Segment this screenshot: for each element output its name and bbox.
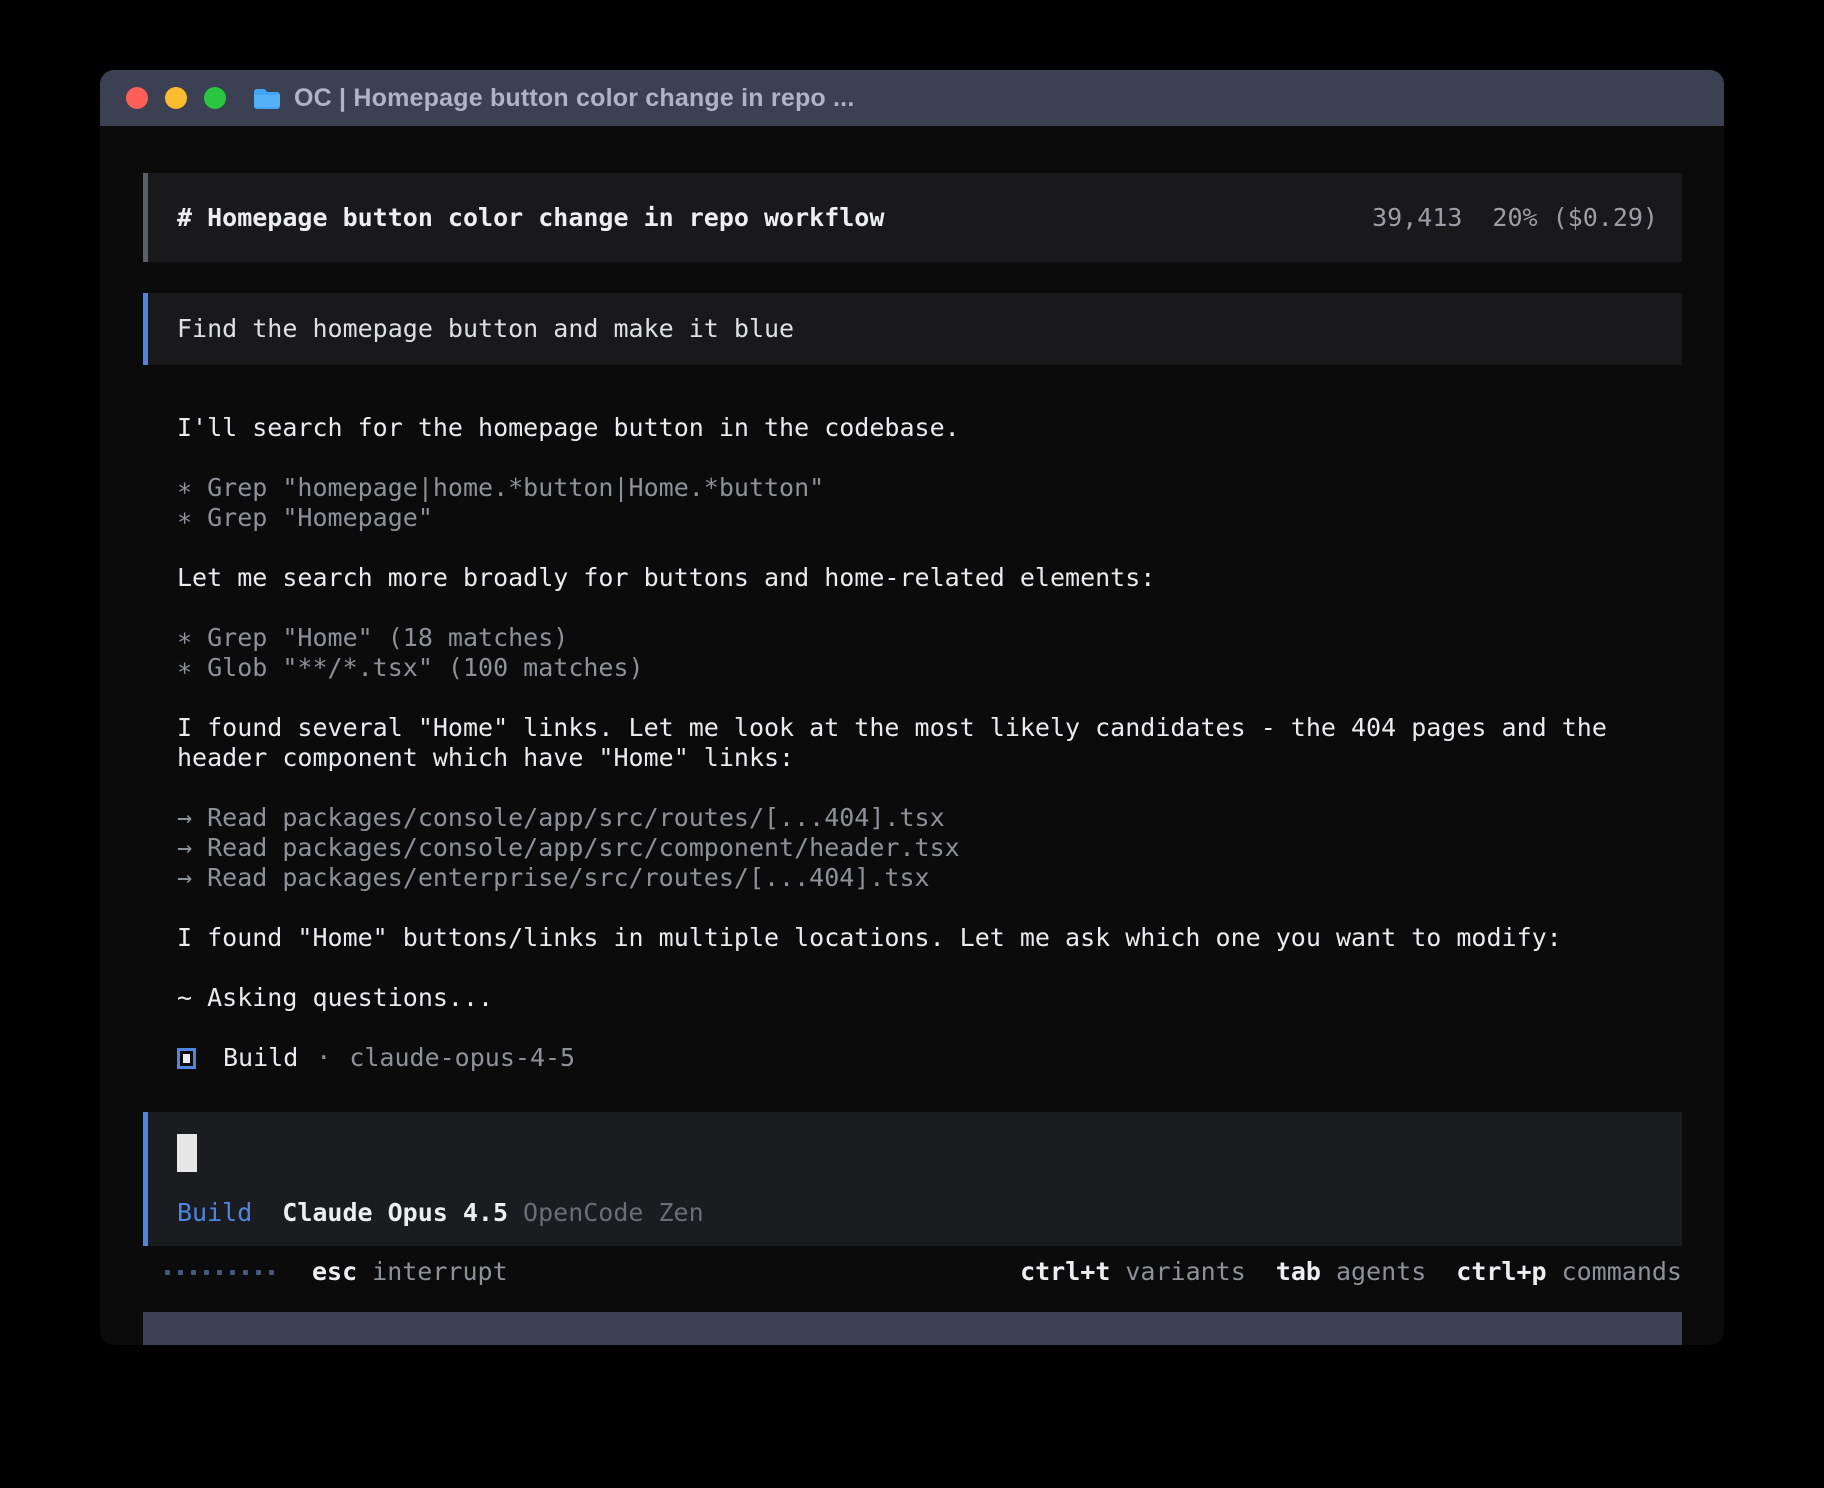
commands-label: commands xyxy=(1562,1257,1682,1287)
window-title: OC | Homepage button color change in rep… xyxy=(294,84,854,113)
assistant-text: I found several "Home" links. Let me loo… xyxy=(177,713,1647,773)
tool-call-grep: ∗ Grep "homepage|home.*button|Home.*butt… xyxy=(177,473,1647,503)
zoom-button[interactable] xyxy=(204,87,226,109)
agent-model: claude-opus-4-5 xyxy=(349,1043,575,1073)
tool-call-grep: ∗ Grep "Home" (18 matches) xyxy=(177,623,1647,653)
traffic-lights xyxy=(126,87,226,109)
close-button[interactable] xyxy=(126,87,148,109)
commands-hint: ctrl+p commands xyxy=(1456,1257,1682,1287)
esc-key: esc xyxy=(312,1257,357,1287)
tool-call-glob: ∗ Glob "**/*.tsx" (100 matches) xyxy=(177,653,1647,683)
user-message: Find the homepage button and make it blu… xyxy=(143,293,1682,365)
agents-hint: tab agents xyxy=(1276,1257,1426,1287)
tool-call-read: → Read packages/enterprise/src/routes/[.… xyxy=(177,863,1647,893)
session-title: # Homepage button color change in repo w… xyxy=(177,203,884,233)
tool-call-group: ∗ Grep "Home" (18 matches) ∗ Glob "**/*.… xyxy=(177,623,1647,683)
assistant-text: I'll search for the homepage button in t… xyxy=(177,413,1647,443)
desktop: { "window": { "title": "OC | Homepage bu… xyxy=(0,0,1824,1488)
session-stats: 39,413 20% ($0.29) xyxy=(1372,203,1658,233)
agents-key: tab xyxy=(1276,1257,1321,1287)
tool-call-group: → Read packages/console/app/src/routes/[… xyxy=(177,803,1647,893)
user-message-text: Find the homepage button and make it blu… xyxy=(177,314,794,344)
agent-badge: Build · claude-opus-4-5 xyxy=(177,1043,1647,1073)
window-footer xyxy=(143,1312,1682,1345)
variants-key: ctrl+t xyxy=(1020,1257,1110,1287)
status-bar: esc interrupt ctrl+t variants tab agents… xyxy=(143,1257,1682,1287)
model-row: Build Claude Opus 4.5 OpenCode Zen xyxy=(177,1198,704,1228)
esc-hint: esc interrupt xyxy=(312,1257,508,1287)
agents-label: agents xyxy=(1336,1257,1426,1287)
tool-call-read: → Read packages/console/app/src/routes/[… xyxy=(177,803,1647,833)
tool-call-read: → Read packages/console/app/src/componen… xyxy=(177,833,1647,863)
provider-label: OpenCode Zen xyxy=(523,1198,704,1228)
terminal-window: OC | Homepage button color change in rep… xyxy=(100,70,1724,1345)
agent-name: Build xyxy=(223,1043,298,1073)
model-label: Claude Opus 4.5 xyxy=(282,1198,508,1228)
assistant-transcript: I'll search for the homepage button in t… xyxy=(177,413,1647,1073)
token-count: 39,413 xyxy=(1372,203,1462,233)
commands-key: ctrl+p xyxy=(1456,1257,1546,1287)
tool-call-group: ∗ Grep "homepage|home.*button|Home.*butt… xyxy=(177,473,1647,533)
spinner-dots xyxy=(165,1270,274,1275)
assistant-text: I found "Home" buttons/links in multiple… xyxy=(177,923,1647,953)
session-header: # Homepage button color change in repo w… xyxy=(143,173,1682,262)
minimize-button[interactable] xyxy=(165,87,187,109)
working-status: ~ Asking questions... xyxy=(177,983,1647,1013)
variants-hint: ctrl+t variants xyxy=(1020,1257,1246,1287)
status-left: esc interrupt xyxy=(165,1257,508,1287)
terminal-content: # Homepage button color change in repo w… xyxy=(100,126,1724,1345)
tool-call-grep: ∗ Grep "Homepage" xyxy=(177,503,1647,533)
prompt-input[interactable]: Build Claude Opus 4.5 OpenCode Zen xyxy=(143,1112,1682,1246)
agent-mode-label: Build xyxy=(177,1198,252,1228)
assistant-text: Let me search more broadly for buttons a… xyxy=(177,563,1647,593)
context-cost: 20% ($0.29) xyxy=(1492,203,1658,233)
esc-label: interrupt xyxy=(372,1257,507,1287)
status-right: ctrl+t variants tab agents ctrl+p comman… xyxy=(1020,1257,1682,1287)
titlebar[interactable]: OC | Homepage button color change in rep… xyxy=(100,70,1724,126)
separator-dot: · xyxy=(316,1043,331,1073)
agent-square-icon xyxy=(177,1048,196,1069)
folder-icon xyxy=(253,87,281,110)
text-cursor xyxy=(177,1134,197,1172)
variants-label: variants xyxy=(1125,1257,1245,1287)
